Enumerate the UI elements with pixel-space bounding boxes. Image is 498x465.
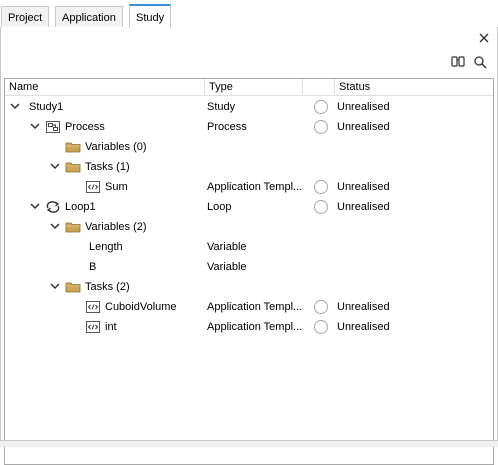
chevron-down-icon[interactable] [29, 120, 41, 132]
tree-row[interactable]: CuboidVolume Application Templ... Unrealis… [5, 297, 493, 317]
tab-application[interactable]: Application [55, 6, 123, 28]
folder-icon [65, 139, 81, 155]
tree-row[interactable]: Tasks (1) [5, 157, 493, 177]
row-name: Process [65, 121, 105, 133]
row-type: Loop [207, 201, 232, 213]
tab-strip: Project Application Study [0, 0, 498, 28]
row-status: Unrealised [337, 121, 390, 133]
tree-row[interactable]: Tasks (2) [5, 277, 493, 297]
row-type [207, 157, 303, 177]
row-type: Variable [207, 261, 247, 273]
row-name: B [89, 261, 97, 273]
row-name: Variables (2) [85, 221, 147, 233]
tab-project[interactable]: Project [1, 6, 50, 28]
status-indicator-icon [314, 120, 328, 134]
chevron-down-icon[interactable] [49, 220, 61, 232]
tab-study[interactable]: Study [129, 4, 172, 28]
row-type [207, 137, 303, 157]
row-name: Loop1 [65, 201, 96, 213]
row-type: Study [207, 101, 236, 113]
code-icon [85, 179, 101, 195]
status-indicator-icon [314, 320, 328, 334]
code-icon [85, 299, 101, 315]
row-status: Unrealised [337, 181, 390, 193]
row-name: Study1 [29, 101, 64, 113]
folder-icon [65, 159, 81, 175]
row-type: Process [207, 121, 247, 133]
tree-row[interactable]: Length Variable [5, 237, 493, 257]
chevron-down-icon[interactable] [29, 200, 41, 212]
tree-row[interactable]: int Application Templ... Unrealised [5, 317, 493, 337]
column-header-type[interactable]: Type [205, 79, 303, 96]
row-type: Application Templ... [207, 181, 303, 193]
row-type: Application Templ... [207, 321, 303, 333]
loop-icon [45, 199, 61, 215]
tree-row[interactable]: Process Process Unrealised [5, 117, 493, 137]
column-header-indicator[interactable] [303, 79, 335, 96]
row-name: Length [89, 241, 123, 253]
row-status: Unrealised [337, 321, 390, 333]
folder-icon [65, 219, 81, 235]
tree-row[interactable]: Variables (0) [5, 137, 493, 157]
row-status: Unrealised [337, 301, 390, 313]
column-header-name[interactable]: Name [5, 79, 205, 96]
table-header: Name Type Status [5, 79, 493, 96]
status-indicator-icon [314, 200, 328, 214]
row-name: Tasks (2) [85, 281, 130, 293]
row-type: Application Templ... [207, 301, 303, 313]
process-icon [45, 119, 61, 135]
row-name: Sum [105, 181, 128, 193]
status-indicator-icon [314, 180, 328, 194]
status-indicator-icon [314, 100, 328, 114]
chevron-down-icon[interactable] [9, 100, 21, 112]
row-type [207, 217, 303, 237]
row-name: CuboidVolume [105, 301, 177, 313]
tree-row[interactable]: Sum Application Templ... Unrealised [5, 177, 493, 197]
row-status: Unrealised [337, 101, 390, 113]
find-icon[interactable] [450, 54, 466, 70]
column-header-status[interactable]: Status [335, 79, 493, 96]
row-type [207, 277, 303, 297]
row-name: Tasks (1) [85, 161, 130, 173]
study-tree-table[interactable]: Name Type Status Study1 Study Unrealised Pr… [4, 78, 494, 465]
code-icon [85, 319, 101, 335]
tree-row[interactable]: B Variable [5, 257, 493, 277]
bottom-bar [0, 440, 498, 447]
row-type: Variable [207, 241, 247, 253]
tree-row[interactable]: Variables (2) [5, 217, 493, 237]
chevron-down-icon[interactable] [49, 160, 61, 172]
close-icon[interactable] [476, 30, 492, 46]
status-indicator-icon [314, 300, 328, 314]
tree-row[interactable]: Study1 Study Unrealised [5, 97, 493, 117]
search-icon[interactable] [472, 54, 488, 70]
row-name: int [105, 321, 117, 333]
folder-icon [65, 279, 81, 295]
row-name: Variables (0) [85, 141, 147, 153]
tree-row[interactable]: Loop1 Loop Unrealised [5, 197, 493, 217]
chevron-down-icon[interactable] [49, 280, 61, 292]
row-status: Unrealised [337, 201, 390, 213]
